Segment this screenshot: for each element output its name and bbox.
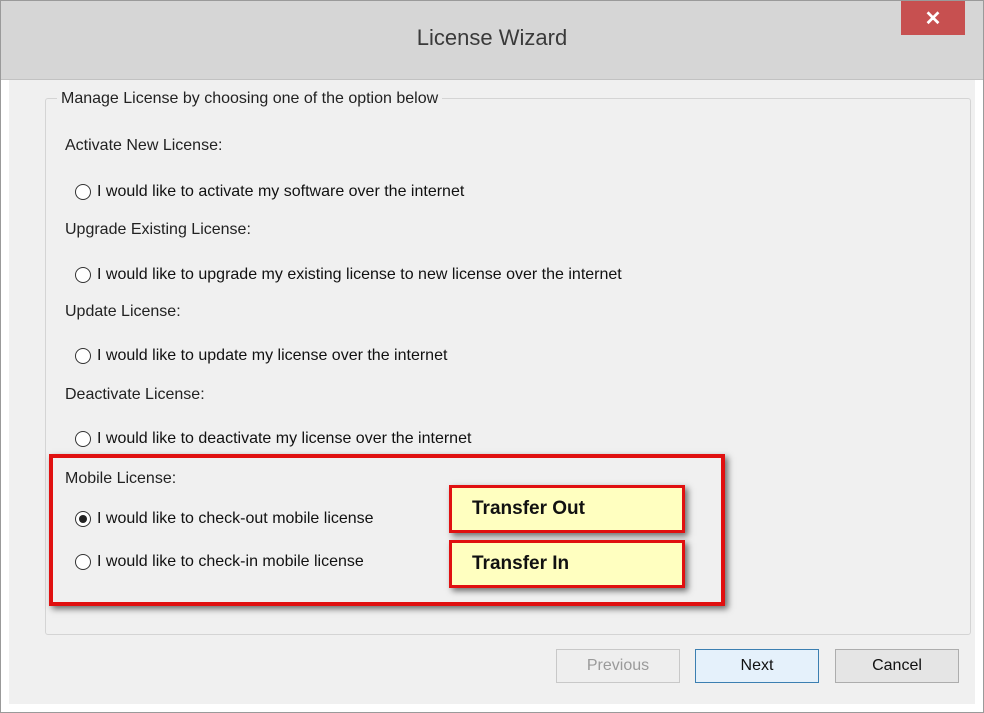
activate-label: Activate New License: bbox=[65, 137, 223, 154]
upgrade-label: Upgrade Existing License: bbox=[65, 221, 251, 238]
update-option-label: I would like to update my license over t… bbox=[97, 347, 448, 364]
transfer-in-callout: Transfer In bbox=[449, 540, 685, 588]
deactivate-label: Deactivate License: bbox=[65, 386, 205, 403]
deactivate-option[interactable]: I would like to deactivate my license ov… bbox=[75, 427, 471, 451]
deactivate-option-label: I would like to deactivate my license ov… bbox=[97, 430, 472, 447]
window-title: License Wizard bbox=[416, 25, 568, 50]
upgrade-option-label: I would like to upgrade my existing lice… bbox=[97, 266, 622, 283]
dialog-body: Manage License by choosing one of the op… bbox=[9, 80, 975, 704]
close-button[interactable]: ✕ bbox=[901, 1, 965, 35]
transfer-out-callout: Transfer Out bbox=[449, 485, 685, 533]
cancel-button[interactable]: Cancel bbox=[835, 649, 959, 683]
update-option[interactable]: I would like to update my license over t… bbox=[75, 344, 447, 368]
radio-icon[interactable] bbox=[75, 348, 91, 364]
group-title: Manage License by choosing one of the op… bbox=[57, 90, 443, 108]
radio-icon[interactable] bbox=[75, 431, 91, 447]
license-wizard-window: License Wizard ✕ Manage License by choos… bbox=[0, 0, 984, 713]
activate-option-label: I would like to activate my software ove… bbox=[97, 183, 465, 200]
radio-icon[interactable] bbox=[75, 267, 91, 283]
upgrade-option[interactable]: I would like to upgrade my existing lice… bbox=[75, 263, 622, 287]
radio-icon[interactable] bbox=[75, 184, 91, 200]
title-bar: License Wizard ✕ bbox=[1, 1, 983, 80]
close-icon: ✕ bbox=[924, 7, 942, 30]
previous-button[interactable]: Previous bbox=[556, 649, 680, 683]
update-label: Update License: bbox=[65, 303, 181, 320]
activate-option[interactable]: I would like to activate my software ove… bbox=[75, 180, 464, 204]
next-button[interactable]: Next bbox=[695, 649, 819, 683]
